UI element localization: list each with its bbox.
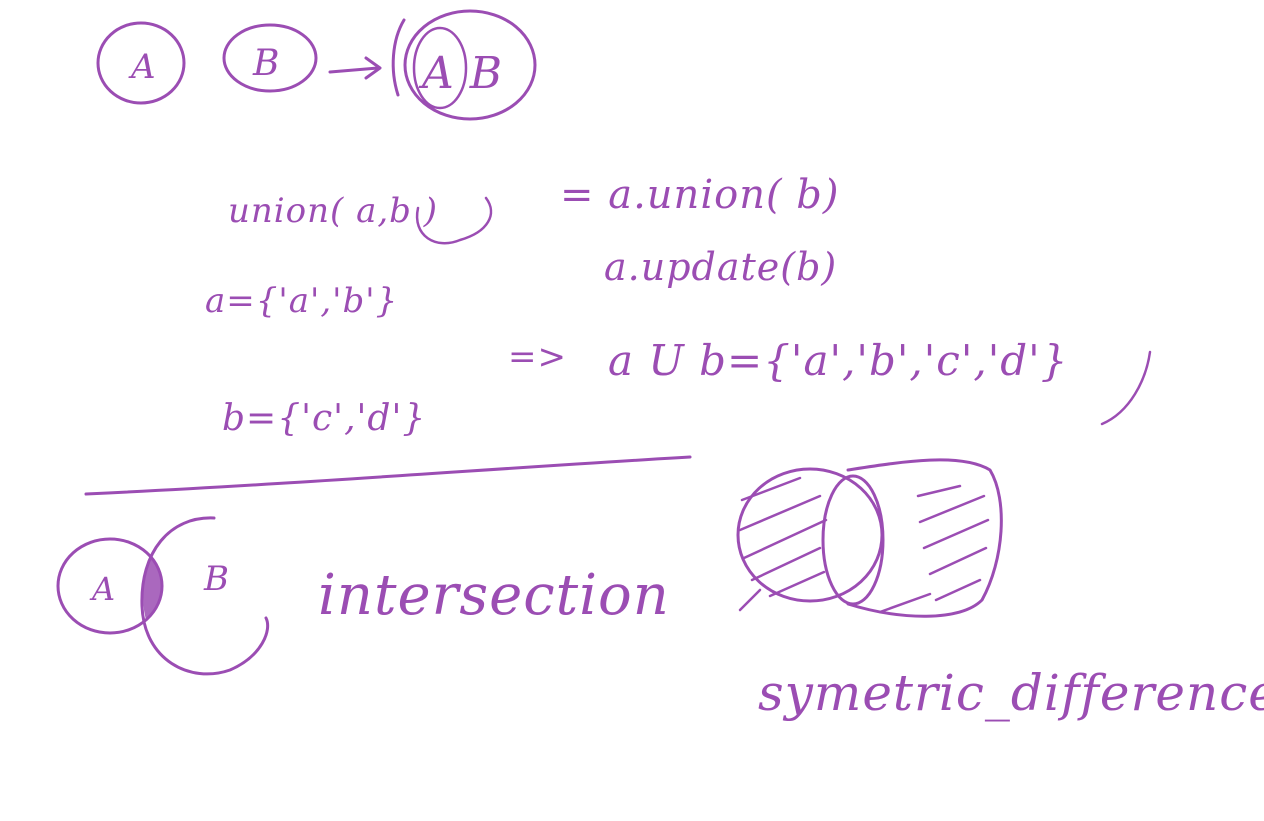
venn-label-b: B xyxy=(203,559,230,599)
set-b-text: b={'c','d'} xyxy=(222,398,426,439)
union-notes: union( a,b ) = a.union( b) a.update(b) a… xyxy=(205,172,1152,439)
union-result-text: a U b={'a','b','c','d'} xyxy=(608,336,1068,385)
divider-line xyxy=(84,455,692,496)
symdiff-hatching xyxy=(738,476,990,614)
intersection-caption: intersection xyxy=(318,563,670,628)
combined-label: A B xyxy=(418,48,503,99)
symdiff-middle-loop xyxy=(821,474,885,606)
combined-circle-open xyxy=(391,18,406,97)
venn-symmetric-difference: symetric_difference xyxy=(736,458,1264,722)
set-a-text: a={'a','b'} xyxy=(205,281,398,321)
venn-label-a: A xyxy=(89,570,116,608)
top-row-union-sketch: A B A B xyxy=(96,9,537,121)
whiteboard-canvas: A B A B union( a,b ) = a.union( b) a.upd… xyxy=(56,9,1264,722)
implies-arrow-text: => xyxy=(508,337,567,377)
result-brace-tail xyxy=(1100,350,1152,426)
circle-b-label: B xyxy=(252,43,280,84)
arrow-line xyxy=(328,66,380,74)
symdiff-left-circle xyxy=(736,467,884,603)
circle-a-label: A xyxy=(128,47,157,87)
update-method-text: a.update(b) xyxy=(604,245,837,289)
union-call-text: union( a,b ) xyxy=(228,191,438,231)
equals-method-text: = a.union( b) xyxy=(560,172,839,218)
venn-intersection: A B intersection xyxy=(56,516,670,676)
symdiff-caption: symetric_difference xyxy=(758,664,1264,722)
